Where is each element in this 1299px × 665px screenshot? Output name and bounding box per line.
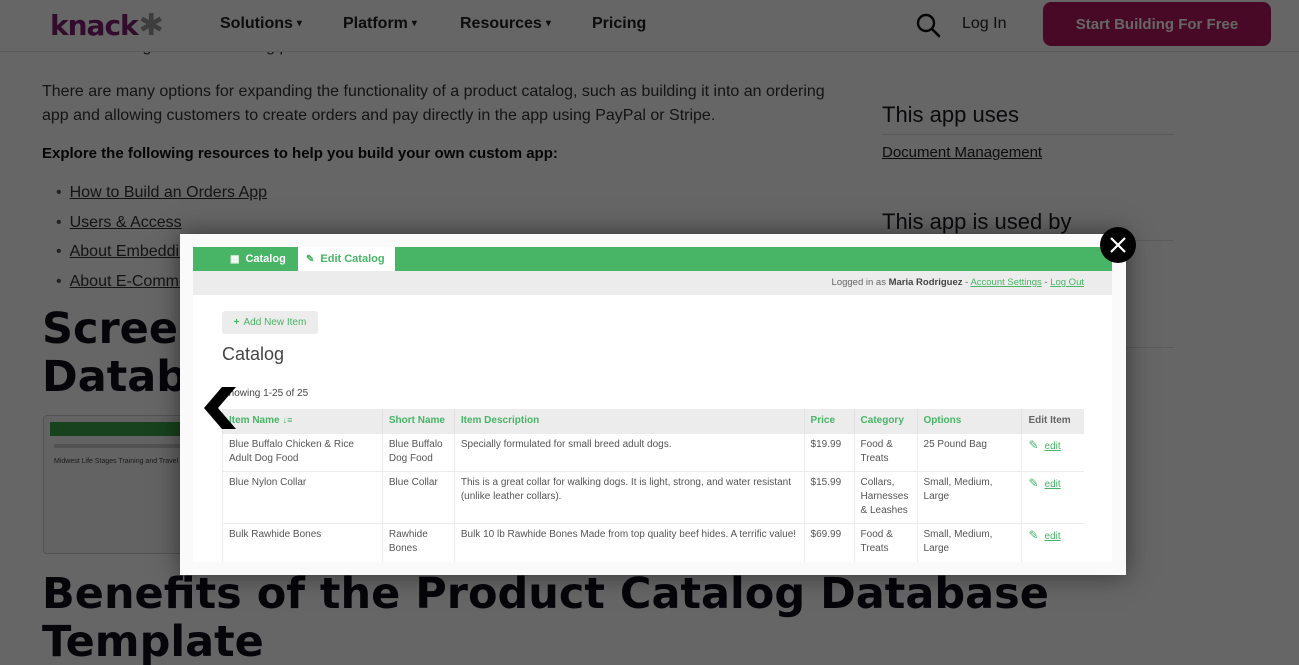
cell-description: Specially formulated for small breed adu… xyxy=(453,432,805,471)
cell-short-name: Blue Buffalo Dog Food xyxy=(381,432,455,471)
column-header-description[interactable]: Item Description xyxy=(453,409,805,433)
account-settings-link[interactable]: Account Settings xyxy=(970,277,1041,288)
app-screenshot: ▦ Catalog ✎ Edit Catalog Logged in as Mari… xyxy=(193,247,1112,562)
close-lightbox-button[interactable] xyxy=(1100,227,1136,263)
separator: - xyxy=(1044,277,1048,288)
table-row: Blue Buffalo Chicken & Rice Adult Dog Fo… xyxy=(222,432,1084,471)
pencil-icon: ✎ xyxy=(1028,475,1039,490)
column-header-category[interactable]: Category xyxy=(853,409,918,433)
close-icon xyxy=(1110,237,1126,253)
cell-category: Collars, Harnesses & Leashes xyxy=(853,470,918,523)
add-new-item-button[interactable]: + Add New Item xyxy=(222,311,318,334)
pencil-icon: ✎ xyxy=(1028,527,1039,542)
plus-icon: + xyxy=(233,317,240,328)
user-bar: Logged in as Maria Rodriguez - Account S… xyxy=(193,271,1112,295)
edit-link[interactable]: edit xyxy=(1045,531,1061,542)
cell-options: Small, Medium, Large xyxy=(916,522,1022,562)
separator: - xyxy=(965,277,969,288)
column-header-short-name[interactable]: Short Name xyxy=(381,409,455,433)
table-header-row: Item Name ↓≡ Short Name Item Description … xyxy=(222,409,1084,433)
cell-edit: ✎ edit xyxy=(1021,470,1084,523)
column-header-edit: Edit Item xyxy=(1021,409,1084,433)
lightbox-modal: ▦ Catalog ✎ Edit Catalog Logged in as Mari… xyxy=(180,234,1126,575)
previous-image-button[interactable] xyxy=(200,385,240,431)
table-row: Blue Nylon Collar Blue Collar This is a … xyxy=(222,470,1084,523)
pencil-icon: ✎ xyxy=(1028,437,1039,452)
cell-options: Small, Medium, Large xyxy=(916,470,1022,523)
cell-category: Food & Treats xyxy=(853,432,918,471)
logged-in-prefix: Logged in as xyxy=(831,277,886,288)
tab-catalog[interactable]: ▦ Catalog xyxy=(230,247,286,271)
cell-price: $15.99 xyxy=(803,470,855,523)
tab-label: Catalog xyxy=(245,253,286,265)
edit-link[interactable]: edit xyxy=(1045,441,1061,452)
cell-edit: ✎ edit xyxy=(1021,522,1084,562)
chevron-left-icon xyxy=(204,387,236,429)
tab-label: Edit Catalog xyxy=(320,253,385,265)
table-row: Bulk Rawhide Bones Rawhide Bones Bulk 10… xyxy=(222,522,1084,562)
column-header-options[interactable]: Options xyxy=(916,409,1022,433)
catalog-table: Item Name ↓≡ Short Name Item Description … xyxy=(222,409,1084,562)
tab-edit-catalog[interactable]: ✎ Edit Catalog xyxy=(298,247,395,271)
sort-icon: ↓≡ xyxy=(282,415,293,426)
column-header-item-name[interactable]: Item Name ↓≡ xyxy=(222,409,383,433)
edit-link[interactable]: edit xyxy=(1045,479,1061,490)
cell-price: $69.99 xyxy=(803,522,855,562)
column-header-price[interactable]: Price xyxy=(803,409,855,433)
cell-item-name: Blue Nylon Collar xyxy=(222,470,383,523)
cell-description: This is a great collar for walking dogs.… xyxy=(453,470,805,523)
user-name: Maria Rodriguez xyxy=(888,277,963,288)
app-navbar: ▦ Catalog ✎ Edit Catalog xyxy=(193,247,1112,271)
cell-price: $19.99 xyxy=(803,432,855,471)
cell-item-name: Bulk Rawhide Bones xyxy=(222,522,383,562)
cell-edit: ✎ edit xyxy=(1021,432,1084,471)
cell-category: Food & Treats xyxy=(853,522,918,562)
cell-short-name: Rawhide Bones xyxy=(381,522,455,562)
button-label: Add New Item xyxy=(243,317,307,328)
cell-item-name: Blue Buffalo Chicken & Rice Adult Dog Fo… xyxy=(222,432,383,471)
cell-short-name: Blue Collar xyxy=(381,470,455,523)
table-icon: ▦ xyxy=(230,253,240,265)
pencil-icon: ✎ xyxy=(306,253,315,265)
cell-options: 25 Pound Bag xyxy=(916,432,1022,471)
logout-link[interactable]: Log Out xyxy=(1050,277,1084,288)
cell-description: Bulk 10 lb Rawhide Bones Made from top q… xyxy=(453,522,805,562)
catalog-title: Catalog xyxy=(222,344,285,364)
